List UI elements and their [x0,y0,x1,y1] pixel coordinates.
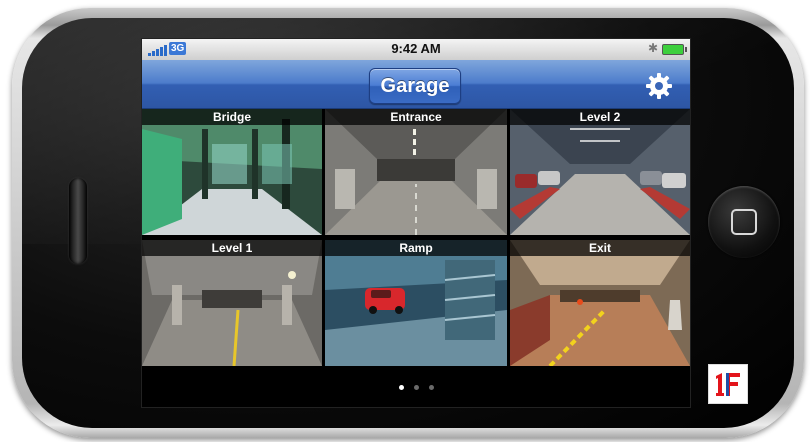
camera-label: Exit [510,240,690,256]
page-dot[interactable] [398,384,404,390]
camera-label: Bridge [142,109,322,125]
battery-icon [662,44,687,55]
camera-label: Ramp [325,240,507,256]
app-screen: 3G 9:42 AM ✱ Garage Bridge Entrance Leve… [141,38,691,408]
camera-feed-image [142,240,322,366]
camera-label: Level 2 [510,109,690,125]
camera-grid: Bridge Entrance Level 2 Level 1 Ramp Exi… [142,109,690,366]
camera-feed-image [510,109,690,235]
camera-label: Entrance [325,109,507,125]
home-button[interactable] [708,186,780,258]
camera-feed-image [325,240,507,366]
camera-tile-exit[interactable]: Exit [510,240,690,366]
bluetooth-icon: ✱ [647,41,658,55]
camera-feed-image [142,109,322,235]
page-dot[interactable] [413,384,419,390]
status-bar: 3G 9:42 AM ✱ [142,39,690,60]
garage-title-button[interactable]: Garage [369,68,461,104]
camera-tile-bridge[interactable]: Bridge [142,109,322,235]
camera-tile-level-2[interactable]: Level 2 [510,109,690,235]
gear-icon [646,73,672,99]
camera-feed-image [510,240,690,366]
page-dot[interactable] [428,384,434,390]
settings-button[interactable] [644,71,674,101]
earpiece-speaker [69,178,87,264]
camera-tile-level-1[interactable]: Level 1 [142,240,322,366]
status-time: 9:42 AM [391,41,441,56]
brand-logo-mark [716,373,740,396]
camera-tile-ramp[interactable]: Ramp [325,240,507,366]
camera-feed-image [325,109,507,235]
camera-label: Level 1 [142,240,322,256]
home-square-icon [731,209,757,235]
page-indicator[interactable] [142,367,690,407]
camera-tile-entrance[interactable]: Entrance [325,109,507,235]
brand-logo-icon [708,364,748,404]
navigation-bar: Garage [142,60,690,109]
